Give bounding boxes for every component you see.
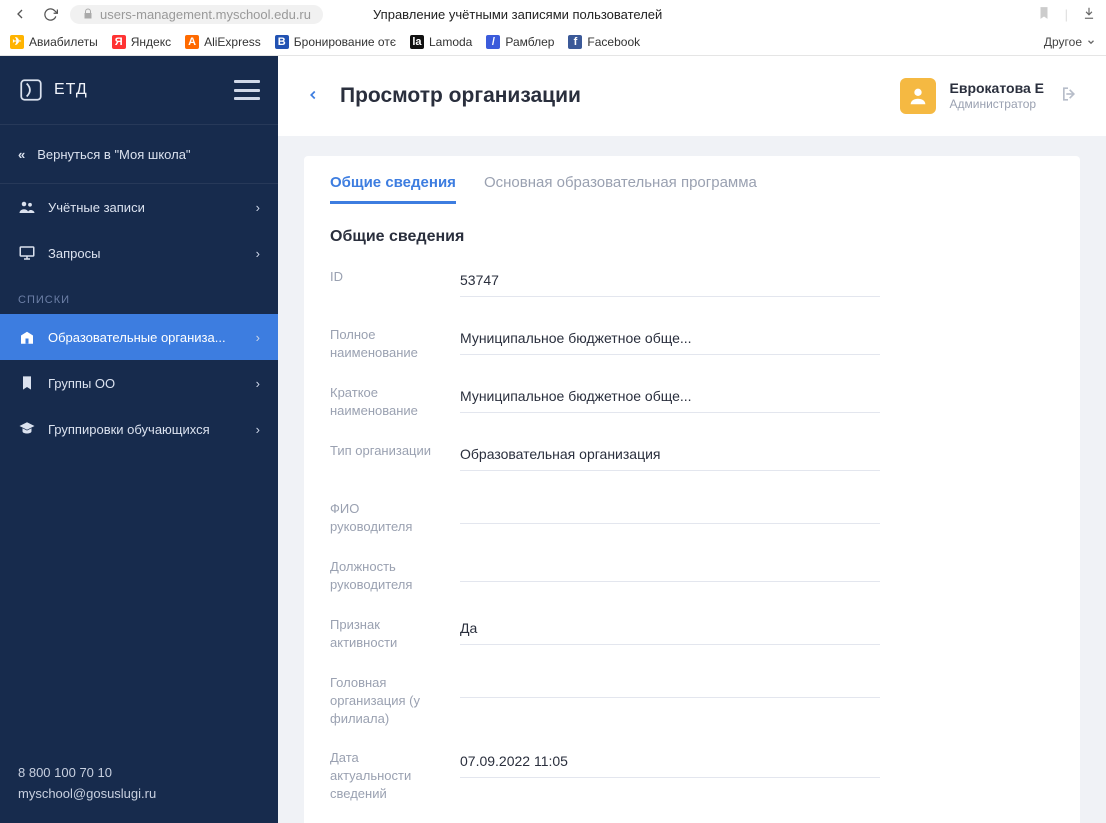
field-value: [460, 674, 880, 698]
field-label: Краткое наименование: [330, 384, 440, 420]
page-title: Просмотр организации: [340, 84, 581, 108]
field-parent-org: Головная организация (у филиала): [330, 664, 1054, 739]
menu-toggle[interactable]: [234, 80, 260, 100]
app-root: ЕТД « Вернуться в "Моя школа" Учётные за…: [0, 56, 1106, 823]
form: ID 53747 Полное наименование Муниципальн…: [304, 252, 1080, 823]
tabs: Общие сведения Основная образовательная …: [304, 156, 1080, 204]
chevron-right-icon: ›: [256, 330, 260, 345]
field-label: Полное наименование: [330, 326, 440, 362]
browser-toolbar: users-management.myschool.edu.ru Управле…: [0, 0, 1106, 28]
logo-icon: [18, 77, 44, 103]
sidebar-item-accounts[interactable]: Учётные записи ›: [0, 184, 278, 230]
field-short-name: Краткое наименование Муниципальное бюдже…: [330, 374, 1054, 432]
field-value: Да: [460, 616, 880, 645]
content: Просмотр организации Еврокатова Е Админи…: [278, 56, 1106, 823]
brand[interactable]: ЕТД: [18, 77, 88, 103]
sidebar-section-lists: СПИСКИ: [0, 276, 278, 314]
section-title: Общие сведения: [304, 204, 1080, 252]
sidebar-item-requests[interactable]: Запросы ›: [0, 230, 278, 276]
sidebar-item-student-groups[interactable]: Группировки обучающихся ›: [0, 406, 278, 452]
field-data-date: Дата актуальности сведений 07.09.2022 11…: [330, 739, 1054, 814]
field-value: Муниципальное бюджетное обще...: [460, 384, 880, 413]
chevron-right-icon: ›: [256, 422, 260, 437]
bookmark-rambler[interactable]: /Рамблер: [486, 35, 554, 49]
field-label: ФИО руководителя: [330, 500, 440, 536]
field-value: [460, 500, 880, 524]
field-id: ID 53747: [330, 258, 1054, 316]
back-browser-button[interactable]: [10, 4, 30, 24]
field-full-name: Полное наименование Муниципальное бюджет…: [330, 316, 1054, 374]
field-label: Тип организации: [330, 442, 440, 460]
user-name: Еврокатова Е: [950, 80, 1045, 98]
user-block: Еврокатова Е Администратор: [950, 80, 1045, 113]
chevron-right-icon: ›: [256, 200, 260, 215]
chevron-down-icon: [1086, 37, 1096, 47]
field-label: Головная организация (у филиала): [330, 674, 440, 729]
field-value: Муниципальное бюджетное обще...: [460, 326, 880, 355]
field-value: 07.09.2022 11:05: [460, 749, 880, 778]
lock-icon: [82, 8, 94, 20]
url-text: users-management.myschool.edu.ru: [100, 7, 311, 22]
field-value: Образовательная организация: [460, 442, 880, 471]
bookmark-solid-icon: [18, 374, 36, 392]
sidebar-item-edu-orgs[interactable]: Образовательные организа... ›: [0, 314, 278, 360]
download-icon[interactable]: [1082, 6, 1096, 23]
field-label: ID: [330, 268, 440, 286]
sidebar: ЕТД « Вернуться в "Моя школа" Учётные за…: [0, 56, 278, 823]
divider: |: [1065, 7, 1068, 22]
bookmark-icon[interactable]: [1037, 6, 1051, 23]
bookmarks-other[interactable]: Другое: [1044, 35, 1096, 49]
field-label: Признак активности: [330, 616, 440, 652]
user-icon: [907, 85, 929, 107]
bookmark-booking[interactable]: BБронирование отє: [275, 35, 396, 49]
field-value: 53747: [460, 268, 880, 297]
field-active: Признак активности Да: [330, 606, 1054, 664]
tab-title: Управление учётными записями пользовател…: [373, 7, 662, 22]
avatar[interactable]: [900, 78, 936, 114]
tab-general[interactable]: Общие сведения: [330, 174, 456, 204]
sidebar-back[interactable]: « Вернуться в "Моя школа": [0, 124, 278, 184]
graduation-icon: [18, 420, 36, 438]
users-icon: [18, 198, 36, 216]
back-button[interactable]: [306, 86, 320, 107]
contact-email: myschool@gosuslugi.ru: [18, 784, 260, 805]
bookmark-aliexpress[interactable]: AAliExpress: [185, 35, 261, 49]
tab-program[interactable]: Основная образовательная программа: [484, 174, 757, 204]
panel: Общие сведения Основная образовательная …: [304, 156, 1080, 823]
sidebar-item-groups-oo[interactable]: Группы ОО ›: [0, 360, 278, 406]
sidebar-footer: 8 800 100 70 10 myschool@gosuslugi.ru: [0, 763, 278, 823]
bookmark-facebook[interactable]: fFacebook: [568, 35, 640, 49]
field-value: [460, 558, 880, 582]
monitor-icon: [18, 244, 36, 262]
building-icon: [18, 328, 36, 346]
bookmarks-bar: ✈Авиабилеты ЯЯндекс AAliExpress BБрониро…: [0, 28, 1106, 56]
field-org-type: Тип организации Образовательная организа…: [330, 432, 1054, 490]
chevron-right-icon: ›: [256, 376, 260, 391]
field-label: Дата актуальности сведений: [330, 749, 440, 804]
field-head-position: Должность руководителя: [330, 548, 1054, 606]
bookmark-lamoda[interactable]: laLamoda: [410, 35, 472, 49]
field-label: Должность руководителя: [330, 558, 440, 594]
logout-button[interactable]: [1058, 84, 1078, 109]
content-header: Просмотр организации Еврокатова Е Админи…: [278, 56, 1106, 136]
field-head-name: ФИО руководителя: [330, 490, 1054, 548]
contact-phone: 8 800 100 70 10: [18, 763, 260, 784]
address-bar[interactable]: users-management.myschool.edu.ru: [70, 5, 323, 24]
reload-button[interactable]: [40, 4, 60, 24]
bookmark-yandex[interactable]: ЯЯндекс: [112, 35, 171, 49]
panel-area: Общие сведения Основная образовательная …: [278, 136, 1106, 823]
bookmark-aviabilety[interactable]: ✈Авиабилеты: [10, 35, 98, 49]
chevron-right-icon: ›: [256, 246, 260, 261]
user-role: Администратор: [950, 97, 1045, 112]
